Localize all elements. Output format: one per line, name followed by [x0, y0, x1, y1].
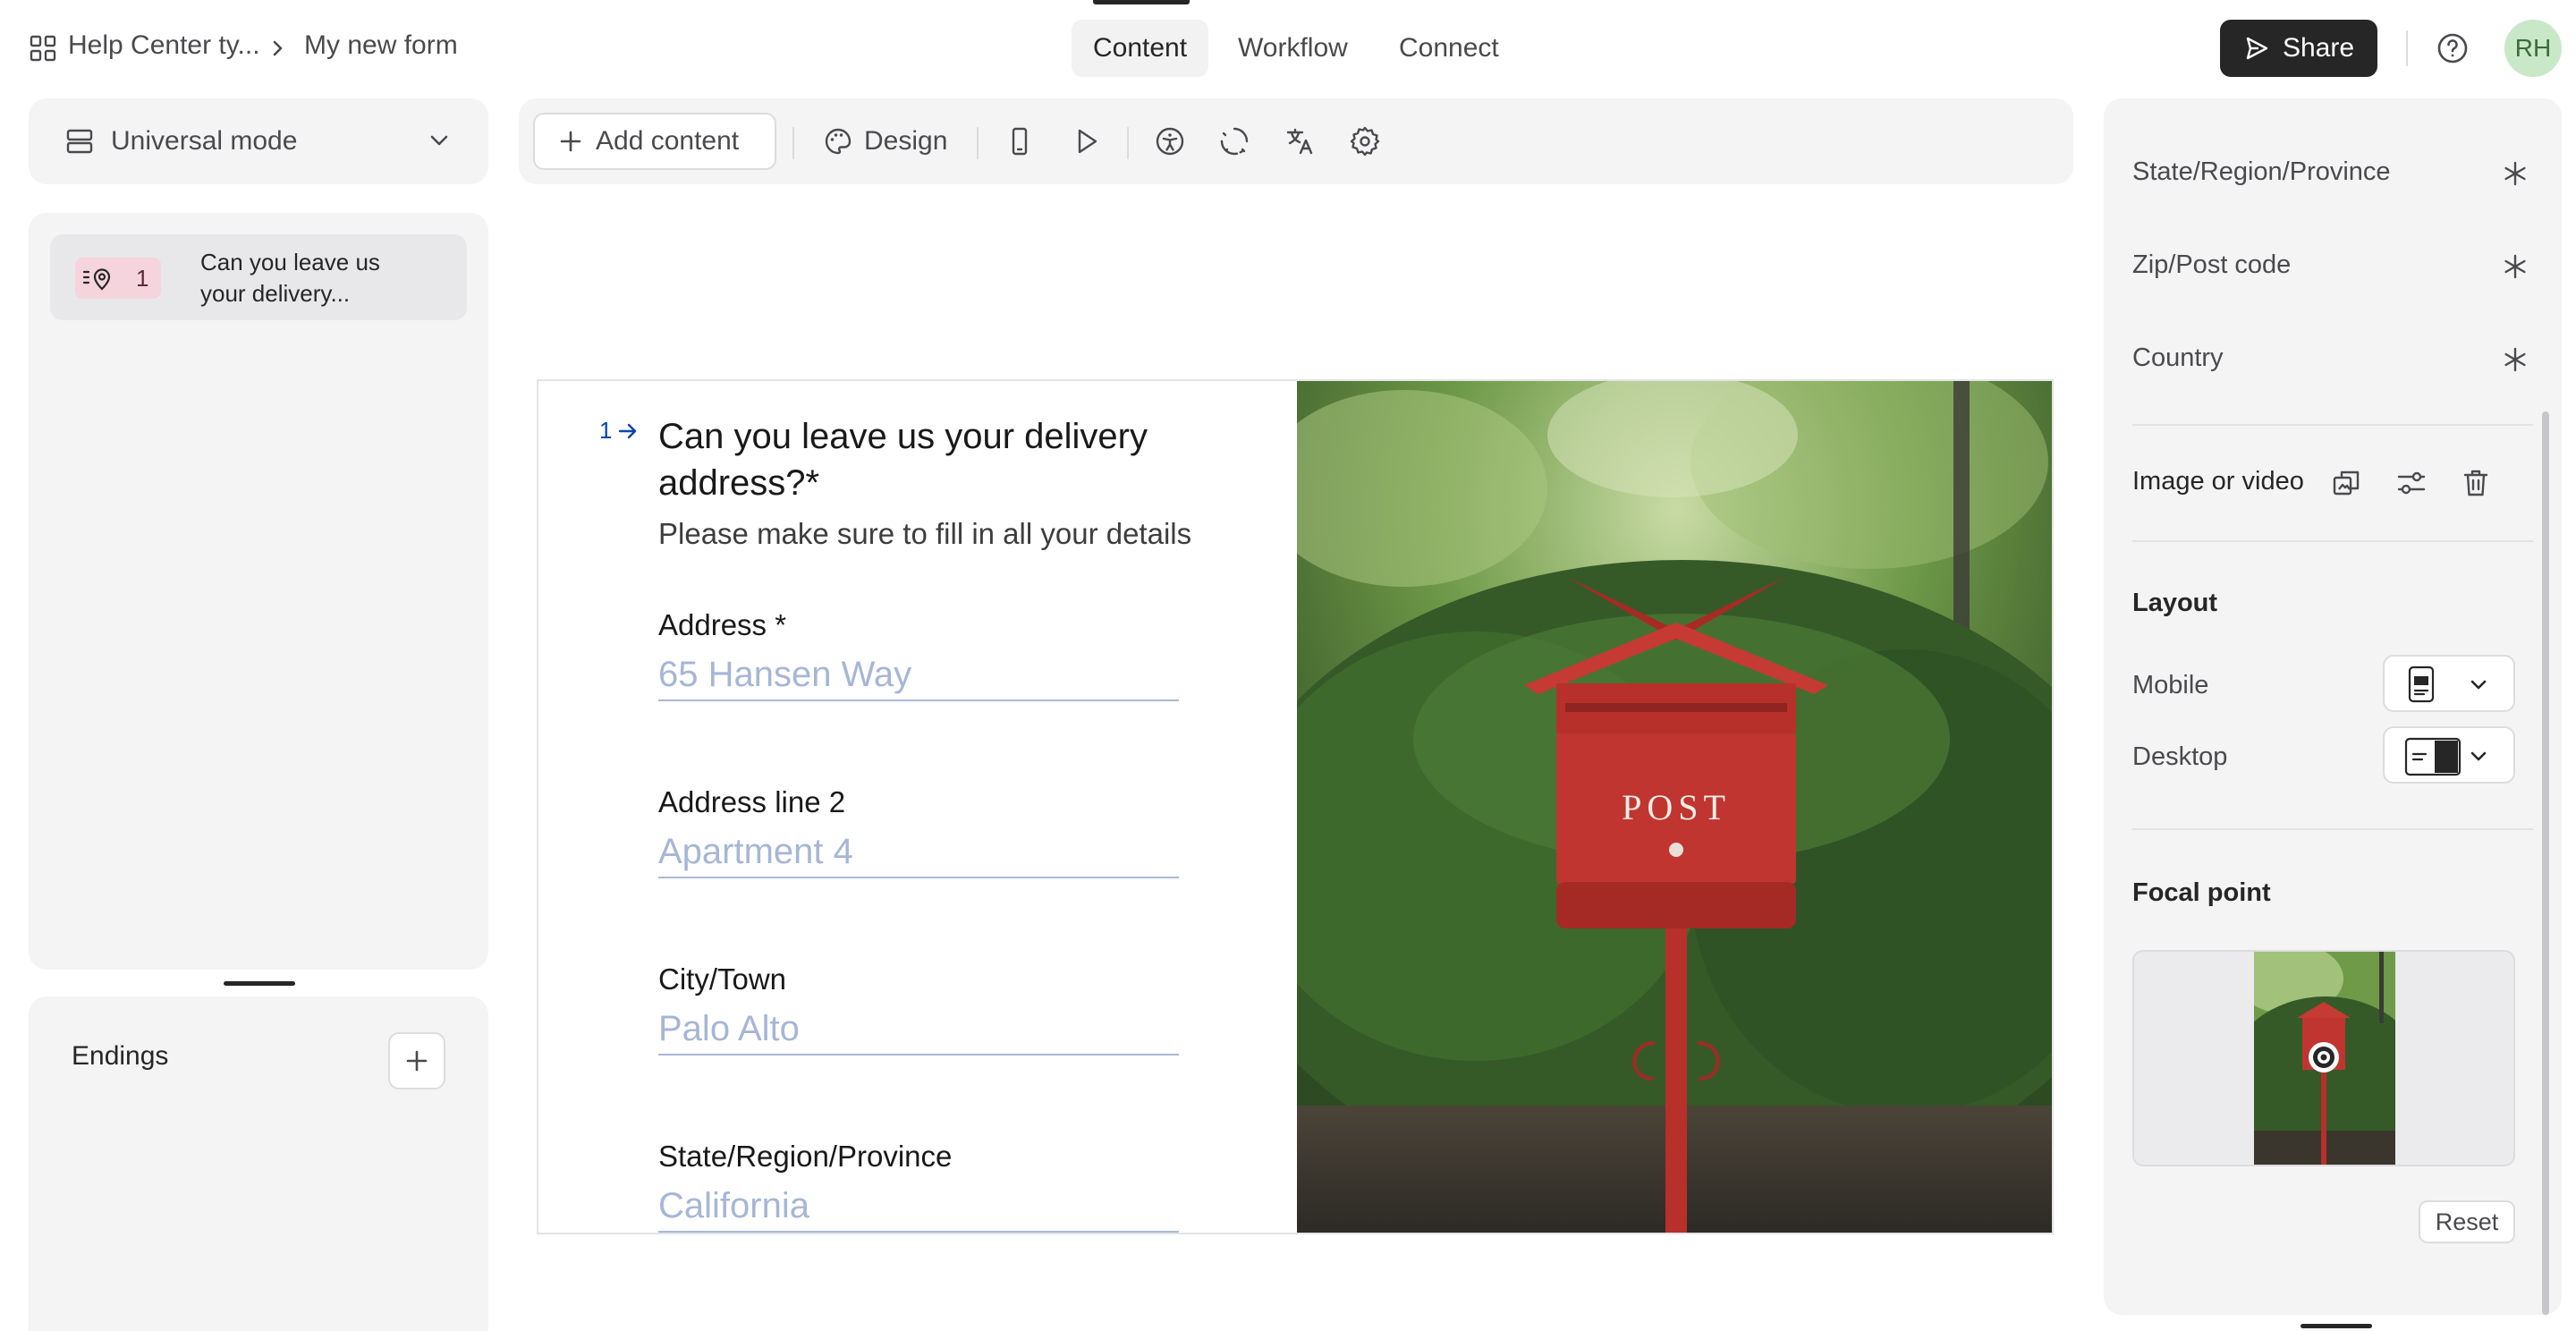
- required-asterisk-icon[interactable]: [2497, 249, 2533, 284]
- questions-list: 1 Can you leave us your delivery...: [29, 213, 488, 970]
- mailbox-photo[interactable]: POST: [1297, 381, 2052, 1233]
- share-button[interactable]: Share: [2220, 20, 2377, 77]
- address-pin-icon: [82, 265, 114, 292]
- settings-icon[interactable]: [1345, 122, 1385, 161]
- toolbar-divider: [792, 127, 794, 159]
- question-number: 1: [136, 264, 149, 292]
- mode-selector[interactable]: Universal mode: [29, 98, 488, 184]
- translate-icon[interactable]: [1281, 122, 1320, 161]
- image-or-video-label: Image or video: [2132, 467, 2304, 496]
- city-input[interactable]: [658, 1004, 1179, 1055]
- question-settings-panel: State/Region/Province Zip/Post code Coun…: [2104, 98, 2562, 1315]
- mailbox-label: POST: [1622, 787, 1731, 827]
- endings-label: Endings: [72, 1041, 169, 1071]
- focal-point-picker[interactable]: [2132, 950, 2515, 1166]
- share-label: Share: [2282, 33, 2355, 63]
- city-label: City/Town: [658, 962, 787, 996]
- field-row-zip: Zip/Post code: [2132, 250, 2533, 280]
- state-input[interactable]: [658, 1181, 1179, 1233]
- topbar-divider: [2406, 30, 2408, 66]
- field-row-country: Country: [2132, 343, 2533, 373]
- focal-point-heading: Focal point: [2132, 878, 2271, 907]
- tab-content[interactable]: Content: [1072, 20, 1209, 77]
- plus-icon: [558, 129, 583, 154]
- address-line-2-input[interactable]: [658, 827, 1179, 878]
- panel-divider: [2132, 540, 2533, 542]
- palette-icon: [823, 126, 853, 157]
- play-icon[interactable]: [1066, 122, 1106, 161]
- endings-section: Endings: [29, 996, 488, 1331]
- focal-point-target-icon[interactable]: [2306, 1039, 2342, 1075]
- required-asterisk-icon[interactable]: [2497, 342, 2533, 377]
- help-icon[interactable]: [2429, 25, 2476, 72]
- field-label: Country: [2132, 343, 2224, 372]
- loading-icon[interactable]: [1215, 122, 1254, 161]
- editor-toolbar: Add content Design: [519, 98, 2073, 184]
- trash-icon[interactable]: [2456, 463, 2496, 503]
- layers-icon: [64, 126, 95, 157]
- address-line-2-label: Address line 2: [658, 785, 846, 818]
- add-content-label: Add content: [596, 126, 740, 156]
- plus-icon: [403, 1047, 430, 1074]
- state-label: State/Region/Province: [658, 1140, 953, 1173]
- chevron-down-icon: [2467, 673, 2490, 696]
- toolbar-divider: [977, 127, 979, 159]
- design-label: Design: [864, 126, 948, 156]
- send-icon: [2243, 35, 2270, 62]
- question-title: Can you leave us your delivery...: [200, 249, 380, 307]
- arrow-right-icon: [615, 419, 640, 444]
- right-panel-scrollbar[interactable]: [2542, 411, 2549, 1315]
- panel-resize-handle[interactable]: [224, 981, 295, 986]
- question-list-item[interactable]: 1 Can you leave us your delivery...: [50, 234, 467, 320]
- address-label: Address *: [658, 608, 787, 641]
- question-number-indicator: 1: [599, 417, 640, 445]
- question-type-badge: 1: [75, 258, 161, 299]
- breadcrumb-workspace[interactable]: Help Center ty...: [68, 30, 260, 61]
- question-number: 1: [599, 417, 613, 444]
- tab-connect[interactable]: Connect: [1377, 20, 1521, 77]
- field-label: Zip/Post code: [2132, 250, 2292, 279]
- replace-media-icon[interactable]: [2327, 463, 2367, 503]
- mobile-layout-select[interactable]: [2383, 655, 2515, 712]
- breadcrumb-form-title[interactable]: My new form: [304, 30, 458, 61]
- mode-label: Universal mode: [111, 126, 298, 156]
- reset-focal-point-button[interactable]: Reset: [2419, 1200, 2515, 1243]
- user-avatar[interactable]: RH: [2504, 20, 2562, 77]
- form-preview-canvas: 1 Can you leave us your delivery address…: [537, 379, 2054, 1234]
- address-input[interactable]: [658, 649, 1179, 701]
- panel-divider: [2132, 828, 2533, 830]
- split-layout-icon: [2404, 737, 2462, 776]
- chevron-right-icon: [267, 38, 288, 59]
- grid-icon[interactable]: [29, 34, 57, 63]
- required-asterisk-icon[interactable]: [2497, 156, 2533, 191]
- layout-heading: Layout: [2132, 589, 2218, 617]
- field-row-state: State/Region/Province: [2132, 157, 2533, 187]
- add-content-button[interactable]: Add content: [533, 113, 776, 170]
- tab-workflow[interactable]: Workflow: [1216, 20, 1369, 77]
- chevron-down-icon: [2467, 744, 2490, 767]
- toolbar-divider: [1127, 127, 1129, 159]
- right-panel-resize-handle[interactable]: [2301, 1324, 2372, 1328]
- chevron-down-icon: [426, 127, 453, 154]
- panel-divider: [2132, 424, 2533, 426]
- accessibility-icon[interactable]: [1150, 122, 1190, 161]
- mobile-layout-icon: [2406, 666, 2436, 703]
- mobile-preview-icon[interactable]: [1000, 122, 1039, 161]
- design-button[interactable]: Design: [810, 113, 960, 170]
- add-ending-button[interactable]: [388, 1032, 445, 1089]
- question-title[interactable]: Can you leave us your delivery address?*: [658, 413, 1213, 506]
- field-label: State/Region/Province: [2132, 157, 2391, 186]
- question-description[interactable]: Please make sure to fill in all your det…: [658, 517, 1191, 551]
- active-tab-indicator: [1093, 0, 1190, 4]
- desktop-layout-select[interactable]: [2383, 726, 2515, 784]
- form-question-area: 1 Can you leave us your delivery address…: [538, 381, 1295, 1233]
- adjust-sliders-icon[interactable]: [2392, 463, 2431, 503]
